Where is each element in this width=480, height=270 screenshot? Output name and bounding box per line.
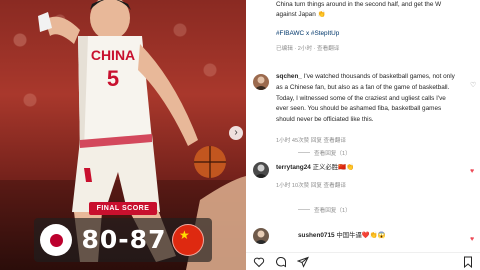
comment-text: 正义必胜🇨🇳👏	[312, 164, 355, 171]
comment-3: sushen0715 中国牛逼❤️👏😱	[298, 231, 480, 242]
caption-line-1: China turn things around in the second h…	[276, 1, 442, 8]
japan-flag-icon	[40, 224, 72, 256]
bookmark-icon[interactable]	[462, 256, 474, 268]
next-arrow-icon[interactable]: ›	[229, 126, 243, 140]
comment-line: I've watched thousands of basketball gam…	[303, 73, 455, 80]
caption-line-2: against Japan 👏	[276, 11, 326, 18]
comment-username[interactable]: sushen0715	[298, 232, 335, 239]
comment-meta[interactable]: 1小时 45次赞 回复 查看翻译	[276, 136, 346, 144]
comment-2: terrytang24 正义必胜🇨🇳👏	[276, 163, 466, 174]
heart-icon[interactable]	[253, 256, 265, 268]
comment-text: 中国牛逼❤️👏😱	[336, 232, 386, 239]
heart-icon[interactable]: ♥	[470, 236, 477, 243]
comment-username[interactable]: terrytang24	[276, 164, 311, 171]
china-flag-icon	[172, 224, 204, 256]
comment-1: sqchen_ I've watched thousands of basket…	[276, 72, 466, 126]
post-photo[interactable]: CHINA 5 › FINAL SCORE 80-87	[0, 0, 246, 270]
final-score-card: FINAL SCORE 80-87	[34, 198, 212, 270]
comment-line: Today, I witnessed some of the craziest …	[276, 94, 446, 102]
comment-meta[interactable]: 1小时 10次赞 回复 查看翻译	[276, 181, 346, 189]
heart-icon[interactable]: ♡	[470, 82, 477, 89]
avatar[interactable]	[253, 74, 269, 90]
score-row: 80-87	[34, 218, 212, 262]
comment-line: as a Chinese fan, but also as a fan of t…	[276, 83, 450, 91]
final-score-label: FINAL SCORE	[89, 202, 157, 215]
jersey-number: 5	[107, 66, 119, 91]
avatar[interactable]	[253, 162, 269, 178]
view-replies-link[interactable]: 查看回复（1）	[314, 206, 351, 214]
score-value: 80-87	[81, 225, 167, 254]
caption-hashtags[interactable]: #FIBAWC x #StepItUp	[276, 30, 339, 37]
comments-panel: China turn things around in the second h…	[246, 0, 480, 270]
view-replies-link[interactable]: 查看回复（1）	[314, 149, 351, 157]
jersey-text: CHINA	[91, 47, 135, 63]
reply-divider	[298, 152, 310, 153]
heart-icon[interactable]: ♥	[470, 168, 477, 175]
comment-username[interactable]: sqchen_	[276, 73, 302, 80]
reply-divider	[298, 209, 310, 210]
avatar[interactable]	[253, 228, 269, 244]
caption-meta[interactable]: 已编辑 · 2小时 · 查看翻译	[276, 44, 339, 52]
share-icon[interactable]	[297, 256, 309, 268]
post-action-bar	[246, 252, 480, 270]
comment-icon[interactable]	[275, 256, 287, 268]
comment-line: should never be officiated like this.	[276, 116, 374, 124]
comment-line: ever seen. You should be ashamed fiba, b…	[276, 105, 442, 113]
